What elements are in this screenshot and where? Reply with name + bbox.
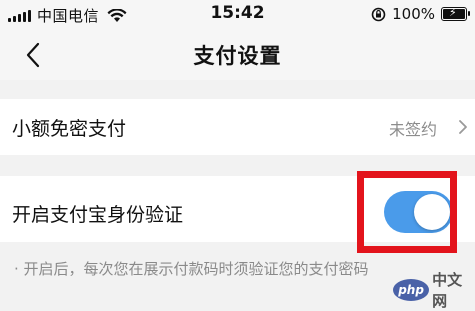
small-amount-payment-status: 未签约	[388, 120, 437, 139]
status-bar: 中国电信 15:42 100% ⚡	[0, 0, 475, 30]
nav-bar: 支付设置	[0, 30, 475, 80]
status-right: 100% ⚡	[371, 5, 470, 23]
orientation-lock-icon	[371, 7, 386, 21]
alipay-verify-label: 开启支付宝身份验证	[12, 204, 184, 226]
battery-charging-icon: ⚡	[441, 6, 470, 21]
php-logo: php	[393, 279, 430, 301]
small-amount-payment-row[interactable]: 小额免密支付 未签约	[0, 99, 475, 155]
chevron-right-icon	[459, 120, 467, 134]
watermark-text: 中文网	[432, 271, 463, 310]
small-amount-payment-label: 小额免密支付	[12, 118, 127, 140]
watermark: php 中文网	[393, 269, 475, 311]
highlight-box	[357, 171, 457, 253]
battery-percent: 100%	[392, 5, 435, 23]
page-title: 支付设置	[193, 44, 282, 68]
